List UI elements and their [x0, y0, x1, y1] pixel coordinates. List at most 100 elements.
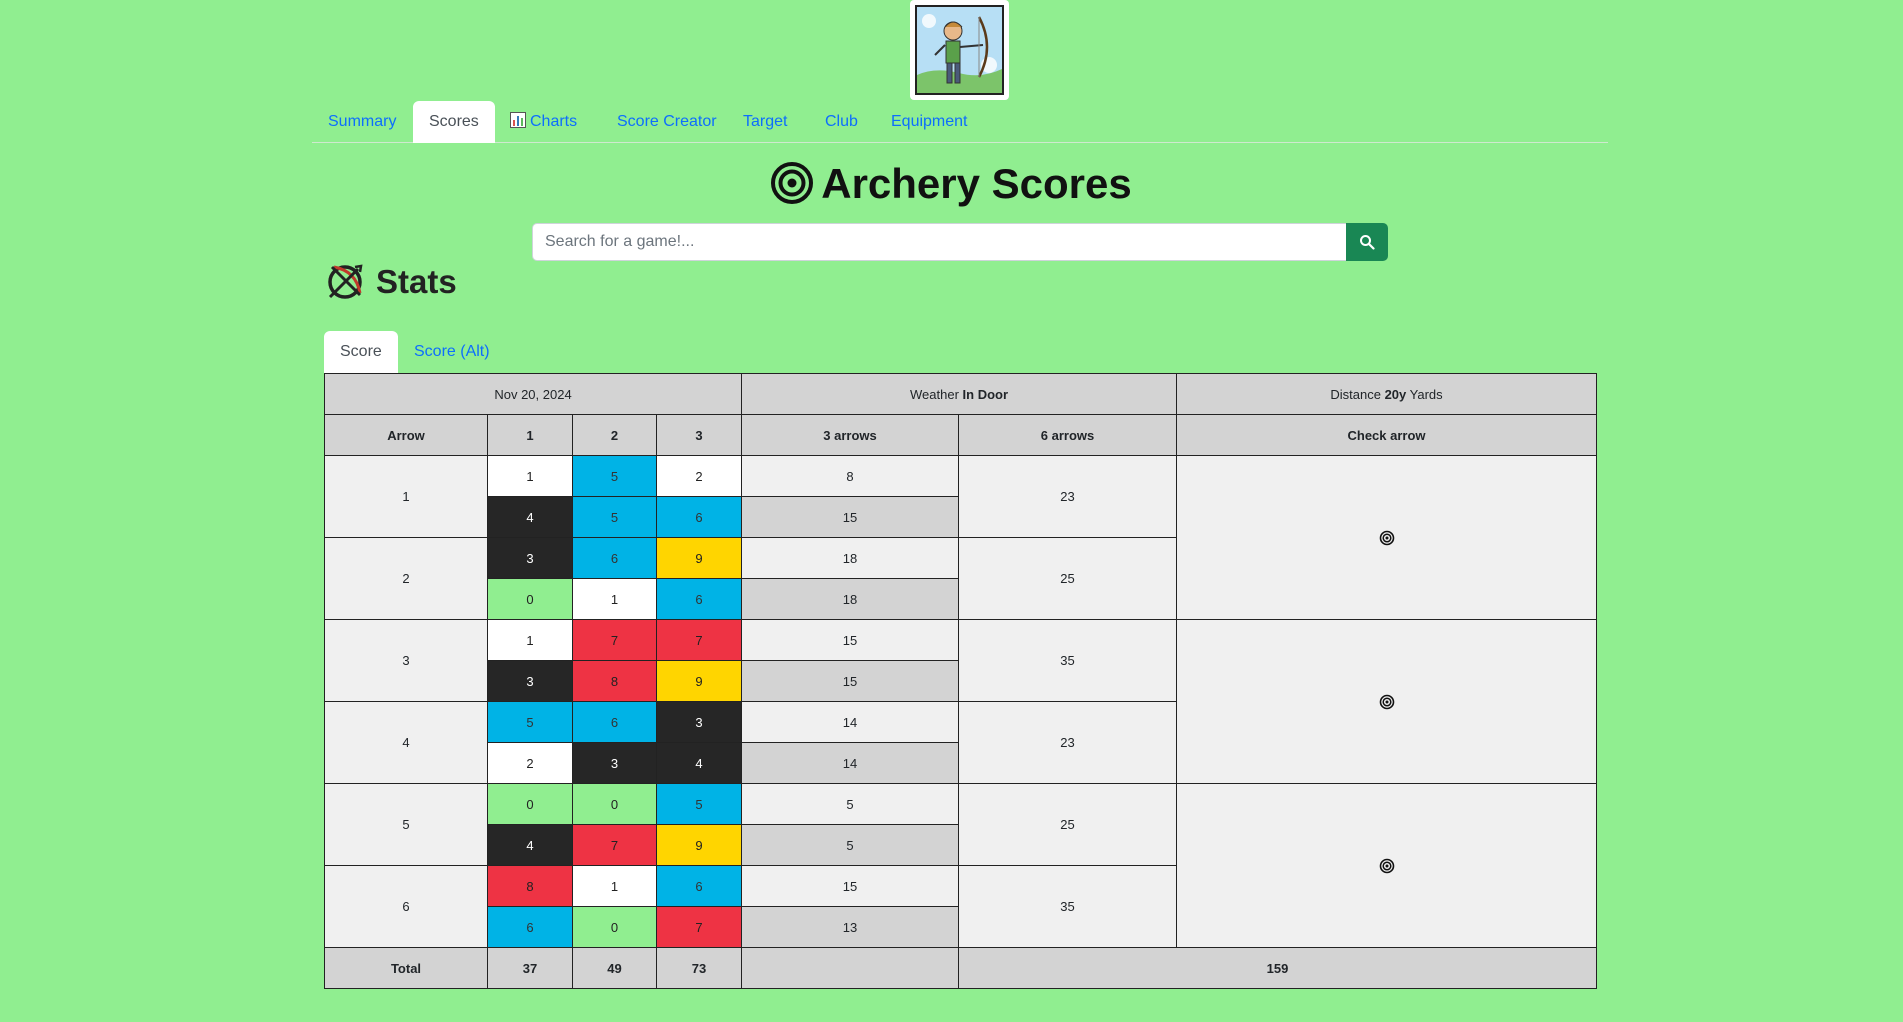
search-bar: [532, 223, 1388, 261]
six-arrow-sum: 25: [958, 537, 1178, 620]
three-arrow-sum: 15: [741, 619, 960, 661]
distance-label: Distance: [1330, 386, 1381, 402]
arrow-score-cell[interactable]: 9: [655, 660, 743, 702]
six-arrow-sum: 23: [958, 701, 1178, 784]
arrow-score-cell[interactable]: 5: [655, 783, 743, 825]
check-arrow-cell[interactable]: [1176, 783, 1598, 948]
arrow-score-cell[interactable]: 7: [655, 619, 743, 661]
stats-heading: Stats: [326, 260, 457, 304]
six-arrow-sum: 25: [958, 783, 1178, 866]
column-header: 3: [655, 414, 743, 456]
bar-chart-icon: [510, 112, 526, 128]
arrow-score-cell[interactable]: 0: [572, 783, 657, 825]
nav-tab-score-creator[interactable]: Score Creator: [601, 101, 733, 143]
six-arrow-sum: 35: [958, 865, 1178, 948]
arrow-score-cell[interactable]: 4: [487, 824, 573, 866]
three-arrow-sum: 8: [741, 455, 960, 497]
column-header: 6 arrows: [958, 414, 1178, 456]
arrow-score-cell[interactable]: 1: [572, 865, 657, 907]
arrow-score-cell[interactable]: 6: [572, 537, 657, 579]
three-arrow-sum: 15: [741, 496, 960, 538]
page-title: Archery Scores: [0, 160, 1903, 208]
end-label: 5: [324, 783, 488, 866]
table-row: 1 1 5 2 8 23: [324, 455, 1598, 620]
arrow-score-cell[interactable]: 8: [487, 865, 573, 907]
total-label: Total: [324, 947, 488, 989]
column-header: 1: [487, 414, 573, 456]
three-arrow-sum: 15: [741, 865, 960, 907]
search-icon: [1360, 235, 1375, 250]
column-header: Check arrow: [1176, 414, 1598, 456]
end-label: 3: [324, 619, 488, 702]
arrow-score-cell[interactable]: 5: [572, 496, 657, 538]
arrow-score-cell[interactable]: 6: [655, 496, 743, 538]
arrow-score-cell[interactable]: 0: [572, 906, 657, 948]
check-arrow-cell[interactable]: [1176, 619, 1598, 784]
nav-tab-charts-label: Charts: [530, 113, 578, 130]
distance-unit: Yards: [1409, 386, 1443, 402]
nav-tab-equipment[interactable]: Equipment: [875, 101, 984, 143]
arrow-score-cell[interactable]: 6: [572, 701, 657, 743]
arrow-score-cell[interactable]: 3: [487, 537, 573, 579]
total-empty: [741, 947, 960, 989]
arrow-score-cell[interactable]: 9: [655, 824, 743, 866]
distance-value: 20y: [1384, 386, 1407, 402]
arrow-score-cell[interactable]: 7: [572, 824, 657, 866]
total-col1: 37: [487, 947, 573, 989]
check-arrow-cell[interactable]: [1176, 455, 1598, 620]
arrow-score-cell[interactable]: 3: [487, 660, 573, 702]
search-input[interactable]: [532, 223, 1346, 261]
arrow-score-cell[interactable]: 9: [655, 537, 743, 579]
check-arrow-target-icon: [1379, 694, 1394, 710]
column-header: Arrow: [324, 414, 488, 456]
six-arrow-sum: 23: [958, 455, 1178, 538]
arrow-score-cell[interactable]: 6: [655, 578, 743, 620]
stats-heading-text: Stats: [376, 263, 457, 300]
arrow-score-cell[interactable]: 6: [655, 865, 743, 907]
end-label: 4: [324, 701, 488, 784]
arrow-score-cell[interactable]: 0: [487, 783, 573, 825]
arrow-score-cell[interactable]: 1: [572, 578, 657, 620]
arrow-score-cell[interactable]: 1: [487, 455, 573, 497]
page-title-text: Archery Scores: [821, 160, 1132, 207]
table-header-row: Arrow 1 2 3 3 arrows 6 arrows Check arro…: [324, 414, 1598, 456]
arrow-score-cell[interactable]: 0: [487, 578, 573, 620]
subtab-score[interactable]: Score: [324, 331, 398, 373]
total-col2: 49: [572, 947, 657, 989]
nav-tab-target[interactable]: Target: [727, 101, 803, 143]
arrow-score-cell[interactable]: 1: [487, 619, 573, 661]
arrow-score-cell[interactable]: 8: [572, 660, 657, 702]
three-arrow-sum: 15: [741, 660, 960, 702]
arrow-score-cell[interactable]: 4: [655, 742, 743, 784]
three-arrow-sum: 18: [741, 578, 960, 620]
nav-tab-summary[interactable]: Summary: [312, 101, 412, 143]
target-icon: [771, 162, 814, 204]
arrow-score-cell[interactable]: 7: [655, 906, 743, 948]
six-arrow-sum: 35: [958, 619, 1178, 702]
arrow-score-cell[interactable]: 5: [487, 701, 573, 743]
nav-tab-charts[interactable]: Charts: [494, 101, 593, 143]
three-arrow-sum: 13: [741, 906, 960, 948]
three-arrow-sum: 14: [741, 742, 960, 784]
arrow-score-cell[interactable]: 2: [655, 455, 743, 497]
grand-total: 159: [958, 947, 1598, 989]
total-row: Total 37 49 73 159: [324, 947, 1598, 989]
game-date: Nov 20, 2024: [323, 373, 743, 415]
arrow-score-cell[interactable]: 3: [572, 742, 657, 784]
arrow-score-cell[interactable]: 5: [572, 455, 657, 497]
arrow-score-cell[interactable]: 6: [487, 906, 573, 948]
arrow-score-cell[interactable]: 4: [487, 496, 573, 538]
search-button[interactable]: [1346, 223, 1388, 261]
subtab-score-alt[interactable]: Score (Alt): [398, 331, 506, 373]
arrow-score-cell[interactable]: 2: [487, 742, 573, 784]
crossed-bow-icon: [328, 264, 363, 299]
nav-tab-club[interactable]: Club: [809, 101, 874, 143]
end-label: 1: [324, 455, 488, 538]
nav-tab-scores[interactable]: Scores: [413, 101, 495, 143]
weather-label: Weather: [910, 386, 959, 402]
arrow-score-cell[interactable]: 3: [655, 701, 743, 743]
distance-cell: Distance 20y Yards: [1176, 373, 1598, 415]
table-row: 5 0 0 5 5 25: [324, 783, 1598, 948]
app-logo[interactable]: [910, 0, 1009, 100]
arrow-score-cell[interactable]: 7: [572, 619, 657, 661]
